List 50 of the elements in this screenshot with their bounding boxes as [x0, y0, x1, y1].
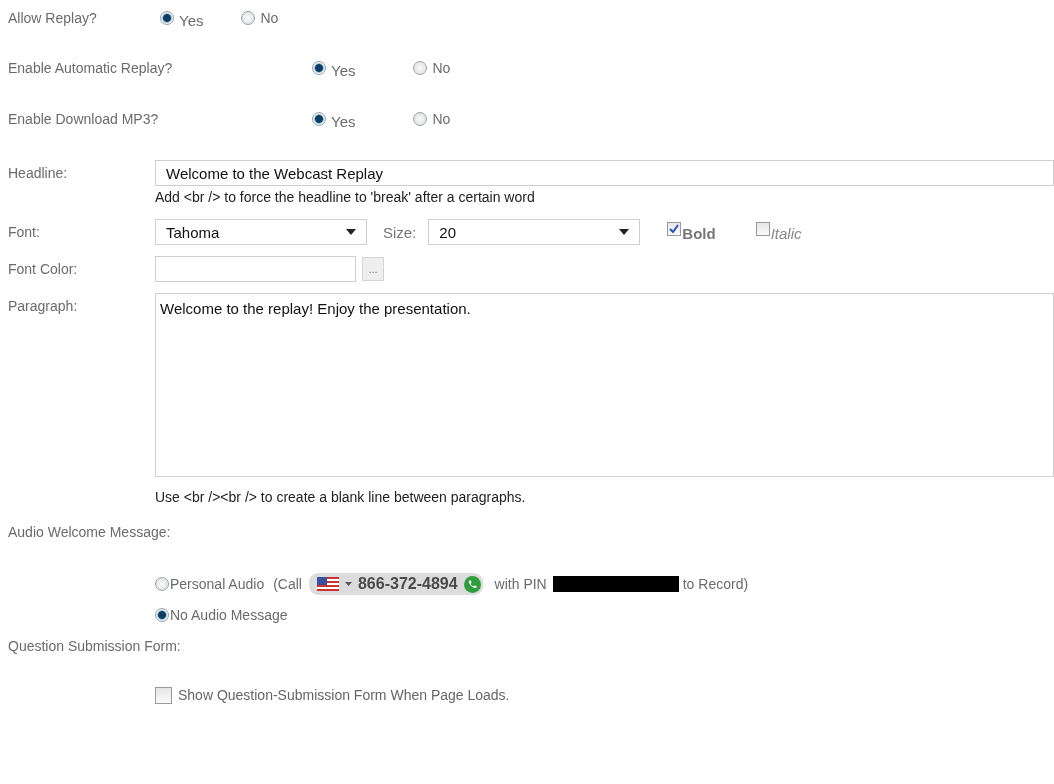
option-text: with PIN — [494, 576, 547, 592]
option-text: (Call — [273, 576, 302, 592]
phone-widget[interactable]: 866-372-4894 — [308, 573, 483, 595]
color-picker-button[interactable]: ... — [362, 257, 384, 281]
field-label: Enable Download MP3? — [8, 111, 160, 127]
option-label: Personal Audio — [170, 576, 265, 592]
flag-icon — [316, 577, 339, 591]
radio-button[interactable] — [155, 608, 169, 622]
checkbox[interactable] — [755, 222, 770, 236]
option-label: Yes — [179, 11, 204, 29]
phone-icon — [463, 575, 481, 593]
checkbox-label: Bold — [682, 225, 716, 242]
checkbox[interactable] — [155, 686, 172, 704]
checkbox-label: Italic — [770, 225, 802, 242]
caret-icon — [346, 229, 356, 235]
hint-text: Add <br /> to force the headline to 'break' after a certain word — [155, 189, 536, 205]
phone-number: 866-372-4894 — [357, 575, 458, 593]
radio-button[interactable] — [312, 112, 326, 126]
field-label: Enable Automatic Replay? — [8, 60, 174, 76]
caret-icon — [619, 229, 630, 235]
caret-icon — [344, 581, 352, 587]
option-label: No — [260, 10, 279, 26]
color-field[interactable] — [155, 256, 356, 282]
field-label: Allow Replay? — [8, 10, 98, 26]
option-label: Yes — [331, 61, 356, 79]
radio-button[interactable] — [241, 11, 256, 25]
paragraph-field[interactable]: Welcome to the replay! Enjoy the presentation. — [155, 293, 1054, 477]
radio-button[interactable] — [312, 61, 326, 75]
option-text: to Record) — [682, 576, 749, 592]
field-label: Size: — [383, 223, 417, 241]
field-label: Headline: — [8, 165, 69, 181]
font-select[interactable]: Tahoma — [155, 219, 367, 245]
section-label: Question Submission Form: — [8, 638, 181, 654]
checkbox-label: Show Question-Submission Form When Page Loads. — [178, 687, 510, 703]
option-label: No — [432, 60, 451, 76]
field-label: Font Color: — [8, 261, 79, 277]
option-label: No — [432, 111, 451, 127]
field-label: Paragraph: — [8, 298, 79, 314]
radio-button[interactable] — [413, 112, 428, 126]
size-select[interactable]: 20 — [428, 219, 641, 245]
hint-text: Use <br /><br /> to create a blank line between paragraphs. — [155, 489, 527, 505]
section-label: Audio Welcome Message: — [8, 524, 171, 540]
option-label: Yes — [331, 112, 356, 130]
radio-button[interactable] — [155, 577, 169, 591]
headline-field[interactable]: Welcome to the Webcast Replay — [155, 160, 1054, 186]
field-label: Font: — [8, 224, 41, 240]
checkbox[interactable] — [667, 222, 682, 236]
radio-button[interactable] — [160, 11, 174, 25]
option-label: No Audio Message — [170, 607, 288, 623]
radio-button[interactable] — [413, 61, 428, 75]
